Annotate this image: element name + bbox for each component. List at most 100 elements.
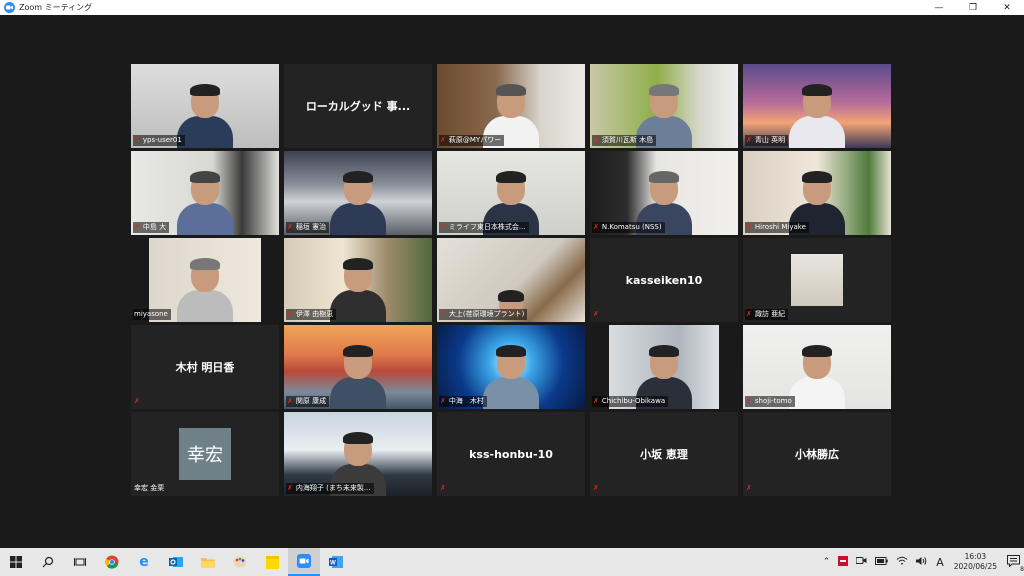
ime-indicator[interactable]: A bbox=[936, 556, 944, 569]
system-tray: ⌃ A 16:03 2020/06/25 8 bbox=[819, 548, 1024, 576]
maximize-button[interactable]: ❐ bbox=[956, 0, 990, 15]
participant-tile[interactable]: ✗ 須賀川瓦斯 木島 bbox=[590, 64, 738, 148]
muted-mic-icon: ✗ bbox=[440, 484, 446, 492]
window-titlebar: Zoom ミーティング — ❐ ✕ bbox=[0, 0, 1024, 15]
participant-name-display: 小坂 恵理 bbox=[640, 448, 688, 461]
windows-logo-icon bbox=[10, 556, 22, 568]
muted-mic-icon: ✗ bbox=[134, 136, 140, 144]
participant-tile[interactable]: kasseiken10 ✗ bbox=[590, 238, 738, 322]
participant-name: ミライフ東日本株式会... bbox=[448, 223, 526, 231]
participant-tile[interactable]: 木村 明日香 ✗ bbox=[131, 325, 279, 409]
participant-tile[interactable]: ✗ ミライフ東日本株式会... bbox=[437, 151, 585, 235]
participant-tile[interactable]: ✗ 萩原@MYパワー bbox=[437, 64, 585, 148]
participant-avatar: 幸宏 bbox=[179, 428, 231, 480]
participant-tile[interactable]: ✗ 中海 木村 bbox=[437, 325, 585, 409]
muted-mic-icon: ✗ bbox=[593, 136, 599, 144]
participant-tile[interactable]: ✗ 諏訪 亜紀 bbox=[743, 238, 891, 322]
participant-name: 伊澤 由樹恵 bbox=[295, 310, 334, 318]
participant-tile[interactable]: ✗ yps-user01 bbox=[131, 64, 279, 148]
participant-name: Hiroshi Miyake bbox=[754, 223, 806, 231]
start-button[interactable] bbox=[0, 548, 32, 576]
participant-tile[interactable]: 幸宏 幸宏 金栗 bbox=[131, 412, 279, 496]
participant-tile[interactable]: ✗ 伊澤 由樹恵 bbox=[284, 238, 432, 322]
participant-tile[interactable]: 小林勝広 ✗ bbox=[743, 412, 891, 496]
file-explorer-icon[interactable] bbox=[192, 548, 224, 576]
participant-tile[interactable]: ✗ 内海翔子 (まち未来製... bbox=[284, 412, 432, 496]
clock-time: 16:03 bbox=[964, 552, 987, 561]
participant-name: 須賀川瓦斯 木島 bbox=[601, 136, 654, 144]
antivirus-icon[interactable] bbox=[838, 555, 849, 569]
muted-mic-icon: ✗ bbox=[593, 223, 599, 231]
muted-mic-icon: ✗ bbox=[440, 397, 446, 405]
volume-icon[interactable] bbox=[916, 556, 928, 569]
battery-icon[interactable] bbox=[875, 556, 888, 568]
participant-name-display: 小林勝広 bbox=[795, 448, 839, 461]
participant-name-display: 木村 明日香 bbox=[175, 361, 235, 374]
participant-name: 諏訪 亜紀 bbox=[754, 310, 786, 318]
muted-mic-icon: ✗ bbox=[134, 397, 140, 405]
muted-mic-icon: ✗ bbox=[134, 223, 140, 231]
gallery-view: ✗ yps-user01 ローカルグッド 事... ✗ 萩原@MYパワー ✗ 須賀川瓦… bbox=[0, 15, 1024, 548]
participant-tile[interactable]: 小坂 恵理 ✗ bbox=[590, 412, 738, 496]
participant-tile[interactable]: ✗ 稲垣 憲治 bbox=[284, 151, 432, 235]
participant-name: Chichibu-Obikawa bbox=[601, 397, 666, 405]
participant-name: 青山 英明 bbox=[754, 136, 786, 144]
participant-name-display: ローカルグッド 事... bbox=[305, 100, 411, 113]
participant-tile[interactable]: ✗ N.Komatsu (NSS) bbox=[590, 151, 738, 235]
minimize-button[interactable]: — bbox=[922, 0, 956, 15]
paint-icon[interactable] bbox=[224, 548, 256, 576]
notification-center-icon[interactable]: 8 bbox=[1007, 554, 1024, 573]
participant-name: 大上(荏原環境プラント) bbox=[448, 310, 525, 318]
muted-mic-icon: ✗ bbox=[746, 310, 752, 318]
muted-mic-icon: ✗ bbox=[746, 223, 752, 231]
participant-tile[interactable]: kss-honbu-10 ✗ bbox=[437, 412, 585, 496]
notification-count: 8 bbox=[1020, 565, 1024, 573]
participant-name: 中島 大 bbox=[142, 223, 167, 231]
outlook-icon[interactable] bbox=[160, 548, 192, 576]
participant-name: 内海翔子 (まち未来製... bbox=[295, 484, 371, 492]
participant-name: shoji-tomo bbox=[754, 397, 792, 405]
muted-mic-icon: ✗ bbox=[593, 397, 599, 405]
participant-tile[interactable]: ✗ Hiroshi Miyake bbox=[743, 151, 891, 235]
sticky-notes-icon[interactable] bbox=[256, 548, 288, 576]
profile-photo bbox=[791, 254, 843, 306]
participant-name: 萩原@MYパワー bbox=[448, 136, 502, 144]
chrome-icon[interactable] bbox=[96, 548, 128, 576]
muted-mic-icon: ✗ bbox=[440, 136, 446, 144]
internet-explorer-icon[interactable]: e bbox=[128, 548, 160, 576]
muted-mic-icon: ✗ bbox=[287, 397, 293, 405]
participant-name: 中海 木村 bbox=[448, 397, 484, 405]
participant-name: 関原 康成 bbox=[295, 397, 327, 405]
zoom-app-icon bbox=[4, 2, 15, 13]
close-button[interactable]: ✕ bbox=[990, 0, 1024, 15]
muted-mic-icon: ✗ bbox=[593, 484, 599, 492]
participant-tile[interactable]: miyasone bbox=[131, 238, 279, 322]
participant-name: miyasone bbox=[134, 310, 168, 318]
participant-name: yps-user01 bbox=[142, 136, 182, 144]
word-icon[interactable]: W bbox=[320, 548, 352, 576]
participant-tile[interactable]: ✗ Chichibu-Obikawa bbox=[590, 325, 738, 409]
chevron-up-icon[interactable]: ⌃ bbox=[823, 557, 831, 567]
participant-name: 幸宏 金栗 bbox=[134, 484, 165, 492]
participant-tile-active-speaker[interactable]: ✗ 青山 英明 bbox=[743, 64, 891, 148]
windows-taskbar: e W ⌃ A 16:03 2020/06/25 8 bbox=[0, 548, 1024, 576]
muted-mic-icon: ✗ bbox=[746, 397, 752, 405]
clock-date: 2020/06/25 bbox=[953, 562, 997, 571]
search-icon[interactable] bbox=[32, 548, 64, 576]
participant-tile[interactable]: ローカルグッド 事... bbox=[284, 64, 432, 148]
participant-tile[interactable]: ✗ 大上(荏原環境プラント) bbox=[437, 238, 585, 322]
participant-tile[interactable]: ✗ shoji-tomo bbox=[743, 325, 891, 409]
muted-mic-icon: ✗ bbox=[746, 136, 752, 144]
participant-tile[interactable]: ✗ 関原 康成 bbox=[284, 325, 432, 409]
participant-name: N.Komatsu (NSS) bbox=[601, 223, 662, 231]
task-view-icon[interactable] bbox=[64, 548, 96, 576]
muted-mic-icon: ✗ bbox=[440, 310, 446, 318]
zoom-taskbar-icon[interactable] bbox=[288, 548, 320, 576]
muted-mic-icon: ✗ bbox=[287, 484, 293, 492]
meet-now-icon[interactable] bbox=[855, 556, 867, 568]
clock[interactable]: 16:03 2020/06/25 bbox=[954, 552, 997, 572]
participant-name: 稲垣 憲治 bbox=[295, 223, 327, 231]
muted-mic-icon: ✗ bbox=[287, 310, 293, 318]
participant-tile[interactable]: ✗ 中島 大 bbox=[131, 151, 279, 235]
wifi-icon[interactable] bbox=[896, 556, 908, 568]
